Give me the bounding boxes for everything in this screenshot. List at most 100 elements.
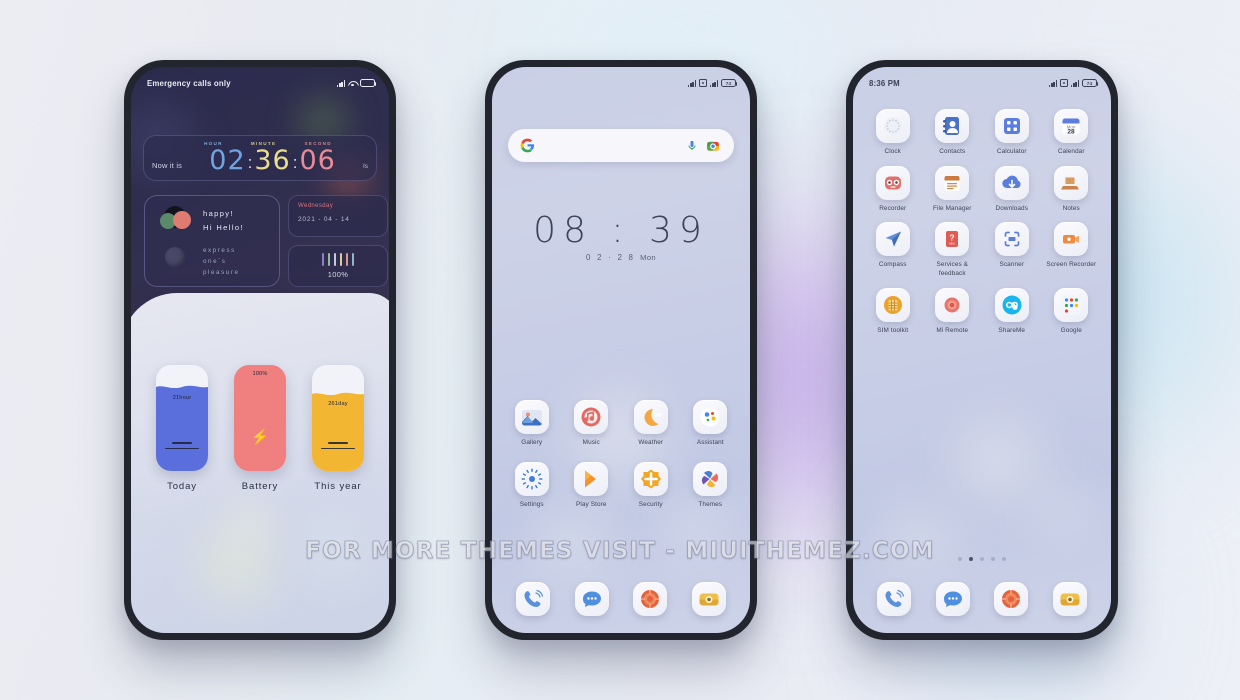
battery-bar-0	[321, 253, 325, 266]
app-icon-google[interactable]: Google	[1042, 287, 1102, 336]
app-label: Contacts	[939, 148, 966, 155]
google-search-bar[interactable]	[508, 129, 734, 162]
app-label: Screen Recorder	[1046, 261, 1097, 269]
app-icon-screen-recorder[interactable]: Screen Recorder	[1042, 222, 1102, 278]
app-icon-mi-remote[interactable]: Mi Remote	[923, 287, 983, 336]
app-icon-gallery[interactable]: Gallery	[502, 400, 562, 448]
phone3-statusbar: 8:36 PM 74	[853, 67, 1111, 93]
stat-card-value: 100%	[252, 371, 268, 378]
app-icon-play-store[interactable]: Play Store	[562, 461, 622, 510]
app-label: Clock	[884, 148, 901, 155]
app-icon-themes[interactable]: Themes	[681, 461, 741, 510]
mood-line-3: express	[203, 246, 236, 254]
calculator-icon	[994, 109, 1029, 143]
dock-icon-camera[interactable]	[1052, 582, 1087, 616]
app-icon-file-manager[interactable]: File Manager	[923, 165, 983, 214]
file-manager-icon	[935, 165, 970, 200]
app-label: Recorder	[879, 204, 907, 212]
stat-card-bar: 100% ⚡	[234, 365, 286, 471]
settings-icon	[514, 461, 549, 496]
phone2-app-grid: Gallery Music 24° Weather Assistant Settings P…	[502, 400, 740, 509]
stat-card[interactable]: 261day This year	[312, 365, 364, 492]
app-label: Security	[638, 500, 663, 508]
stat-card-wave	[312, 389, 364, 399]
app-icon-settings[interactable]: Settings	[502, 461, 562, 510]
dock-icon-browser[interactable]	[633, 582, 668, 616]
app-icon-notes[interactable]: Notes	[1042, 165, 1102, 214]
stat-card-bar: 261day	[312, 365, 364, 471]
mood-widget[interactable]: happy! Hi Hello! express one`s pleasure	[144, 195, 280, 287]
clock-minute: 36	[254, 145, 291, 177]
signal-icon-2	[1071, 79, 1079, 87]
phone2-statusbar: 74	[492, 67, 750, 93]
stat-card[interactable]: 21hour Today	[156, 365, 208, 492]
stat-card-label: Today	[167, 481, 197, 492]
phone-mockup-appdrawer: 8:36 PM 74 Clock Contacts Calculator Mon 28 C…	[846, 60, 1118, 640]
app-label: Google	[1060, 326, 1082, 334]
page-indicator[interactable]	[853, 557, 1111, 561]
stat-card-value: 261day	[328, 401, 348, 408]
security-icon	[633, 461, 668, 496]
stat-card-bar: 21hour	[156, 365, 208, 471]
microphone-icon[interactable]	[686, 138, 698, 153]
dock-icon-browser[interactable]	[994, 582, 1029, 616]
stat-card-lines	[165, 438, 199, 449]
clock-second: 06	[299, 145, 336, 177]
app-label: ShareMe	[998, 326, 1026, 334]
stat-card-fill	[156, 386, 208, 471]
app-icon-calendar[interactable]: Mon 28 Calendar	[1042, 109, 1102, 157]
moon-circle-icon	[165, 247, 185, 267]
app-icon-shareme[interactable]: ShareMe	[982, 287, 1042, 336]
sim-toolkit-icon	[875, 287, 910, 322]
google-lens-icon[interactable]	[706, 139, 720, 153]
app-icon-contacts[interactable]: Contacts	[923, 109, 983, 157]
home-clock-time: 08 : 39	[533, 210, 709, 251]
gallery-icon	[514, 400, 549, 434]
app-label: Downloads	[995, 204, 1029, 212]
battery-bar-5	[351, 253, 355, 266]
signal-icon	[688, 79, 697, 87]
battery-icon: 74	[1082, 79, 1099, 87]
hotspot-icon	[1060, 79, 1069, 87]
app-label: Services & feedback	[936, 261, 969, 277]
app-icon-clock[interactable]: Clock	[863, 109, 923, 157]
page-dot-4[interactable]	[1002, 557, 1006, 561]
app-label: Notes	[1062, 204, 1080, 212]
app-icon-scanner[interactable]: Scanner	[982, 222, 1042, 278]
clock-hour: 02	[209, 145, 246, 177]
page-dot-3[interactable]	[991, 557, 995, 561]
app-label: Assistant	[696, 439, 724, 446]
mood-line-1: happy!	[203, 209, 234, 218]
app-label: Play Store	[576, 500, 607, 508]
app-icon-sim-toolkit[interactable]: SIM toolkit	[863, 287, 923, 336]
signal-icon	[337, 79, 345, 87]
phone-mockup-homescreen: 74 08 : 39 0 2 · 2 8 Mon Gallery Music 24° W…	[485, 60, 757, 640]
page-dot-0[interactable]	[958, 557, 962, 561]
page-dot-1[interactable]	[969, 557, 973, 561]
dock-icon-messages[interactable]	[574, 582, 609, 616]
app-icon-downloads[interactable]: Downloads	[982, 165, 1042, 214]
phone1-screen: Emergency calls only HOUR MINUTE SECOND …	[131, 67, 389, 633]
battery-bar-2	[333, 253, 337, 266]
notes-icon	[1054, 165, 1089, 200]
dock-icon-phone[interactable]	[516, 582, 551, 616]
app-icon-recorder[interactable]: Recorder	[863, 165, 923, 214]
stat-card[interactable]: 100% ⚡ Battery	[234, 365, 286, 492]
dock-icon-camera[interactable]	[691, 582, 726, 616]
clock-widget[interactable]: HOUR MINUTE SECOND Now it is 02 : 36 : 0…	[143, 135, 377, 181]
battery-widget[interactable]: 100%	[288, 245, 388, 287]
app-icon-weather[interactable]: 24° Weather	[621, 400, 681, 448]
dock-icon-phone[interactable]	[877, 582, 912, 616]
app-icon-calculator[interactable]: Calculator	[982, 109, 1042, 157]
app-icon-security[interactable]: Security	[621, 461, 681, 510]
app-icon-music[interactable]: Music	[562, 400, 622, 448]
page-dot-2[interactable]	[980, 557, 984, 561]
dock-icon-messages[interactable]	[935, 582, 970, 616]
date-widget[interactable]: Wednesday 2021 - 04 - 14	[288, 195, 388, 237]
app-icon-services-feedback[interactable]: ? MIUI Services & feedback	[923, 222, 983, 278]
stat-card-fill	[234, 365, 286, 471]
screen-recorder-icon	[1054, 222, 1089, 257]
app-icon-compass[interactable]: Compass	[863, 222, 923, 278]
app-icon-assistant[interactable]: Assistant	[681, 400, 741, 448]
app-label: Weather	[638, 439, 664, 446]
